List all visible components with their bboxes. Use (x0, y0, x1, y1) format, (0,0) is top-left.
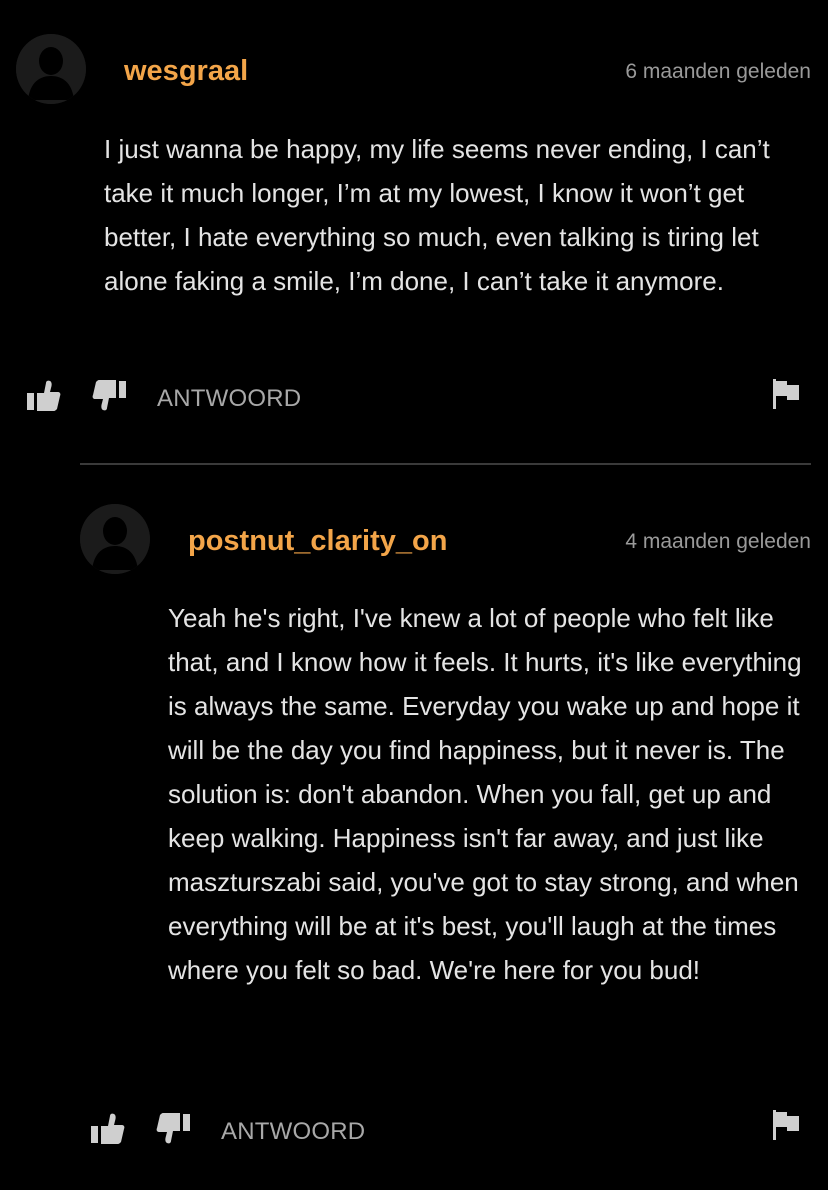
thumbs-down-icon[interactable] (92, 380, 126, 417)
flag-icon[interactable] (773, 1110, 801, 1145)
avatar-placeholder-icon (16, 34, 86, 104)
comment-body: I just wanna be happy, my life seems nev… (104, 134, 770, 296)
thumbs-up-icon[interactable] (91, 1113, 125, 1150)
comment-2: postnut_clarity_on 4 maanden geleden Yea… (0, 465, 828, 1190)
avatar[interactable] (16, 34, 86, 104)
avatar-placeholder-icon (80, 504, 150, 574)
username[interactable]: postnut_clarity_on (188, 525, 447, 558)
flag-icon[interactable] (773, 379, 801, 414)
comment-1: wesgraal 6 maanden geleden I just wanna … (0, 0, 828, 460)
reply-button[interactable]: ANTWOORD (157, 385, 301, 413)
reply-button[interactable]: ANTWOORD (221, 1118, 365, 1146)
comment-body: Yeah he's right, I've knew a lot of peop… (168, 603, 802, 985)
timestamp: 4 maanden geleden (625, 530, 811, 553)
thumbs-down-icon[interactable] (156, 1113, 190, 1150)
timestamp: 6 maanden geleden (625, 60, 811, 83)
username[interactable]: wesgraal (124, 55, 248, 88)
thumbs-up-icon[interactable] (27, 380, 61, 417)
avatar[interactable] (80, 504, 150, 574)
